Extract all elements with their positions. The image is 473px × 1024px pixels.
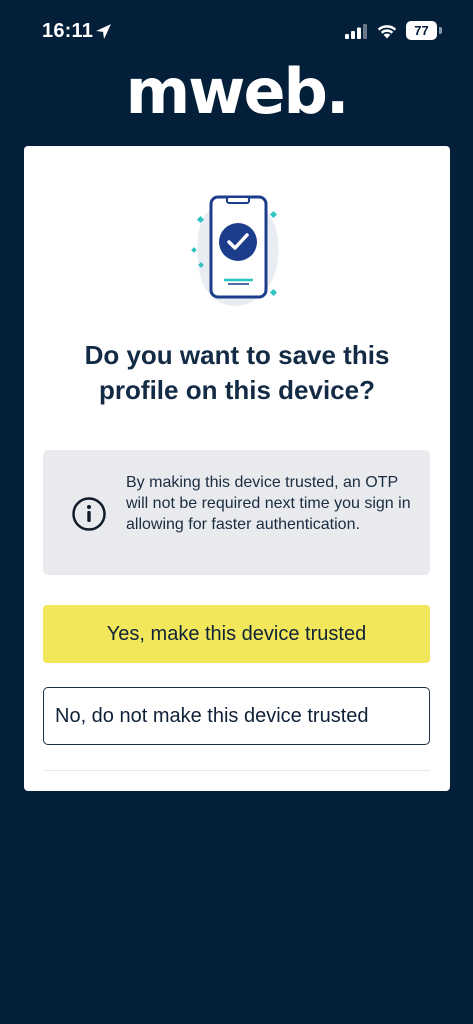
battery-level: 77 (414, 23, 429, 38)
battery-icon: 77 (406, 21, 442, 41)
mweb-logo: mweb. (125, 55, 350, 128)
phone-checkmark-icon (191, 195, 279, 306)
info-text: By making this device trusted, an OTP wi… (126, 474, 411, 533)
wifi-icon (377, 25, 397, 39)
dialog-title: Do you want to save this profile on this… (84, 340, 390, 405)
status-time: 16:11 (42, 20, 94, 42)
info-icon (72, 497, 106, 531)
divider (43, 770, 430, 771)
location-arrow-icon (96, 24, 111, 39)
trust-device-dialog: Do you want to save this profile on this… (24, 146, 450, 791)
status-bar: 16:11 77 (0, 0, 473, 60)
info-box: By making this device trusted, an OTP wi… (43, 450, 430, 575)
make-device-trusted-button[interactable]: Yes, make this device trusted (43, 605, 430, 663)
do-not-trust-device-button[interactable]: No, do not make this device trusted (43, 687, 430, 745)
cellular-signal-icon (345, 24, 367, 39)
